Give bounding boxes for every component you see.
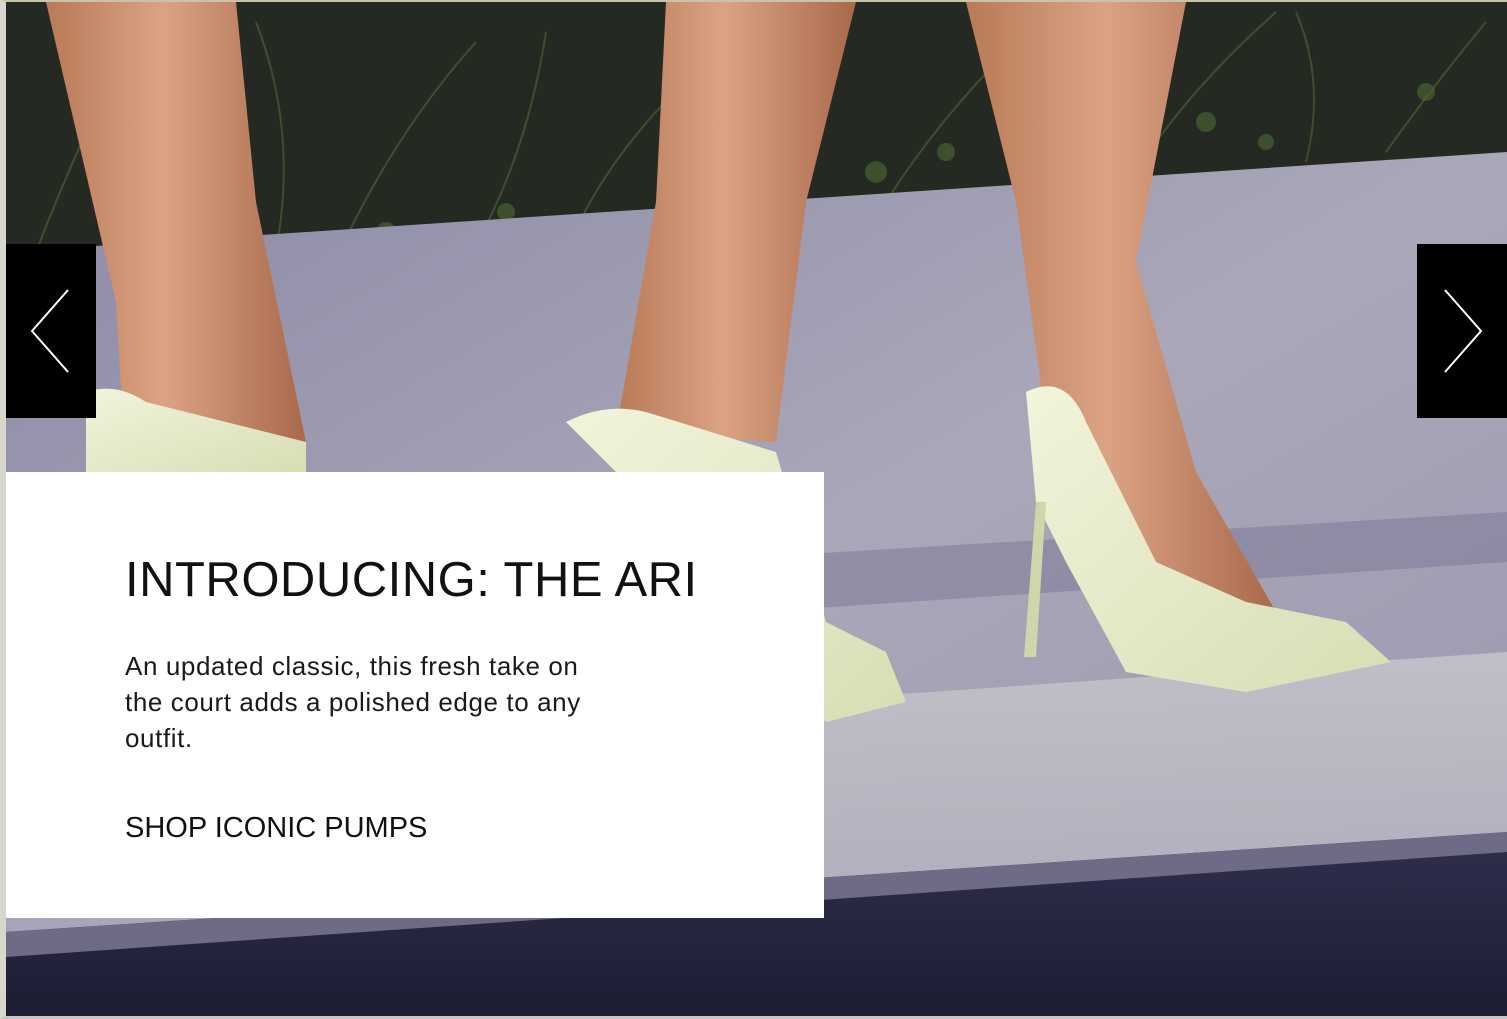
- carousel-frame: INTRODUCING: THE ARI An updated classic,…: [0, 0, 1507, 1019]
- chevron-right-icon: [1444, 289, 1483, 373]
- carousel-next-button[interactable]: [1417, 244, 1507, 418]
- promo-title: INTRODUCING: THE ARI: [125, 553, 698, 607]
- promo-description: An updated classic, this fresh take on t…: [125, 651, 581, 753]
- promo-card: INTRODUCING: THE ARI An updated classic,…: [6, 472, 824, 918]
- carousel-prev-button[interactable]: [6, 244, 96, 418]
- chevron-left-icon: [30, 289, 69, 373]
- shop-iconic-pumps-link[interactable]: SHOP ICONIC PUMPS: [125, 812, 427, 845]
